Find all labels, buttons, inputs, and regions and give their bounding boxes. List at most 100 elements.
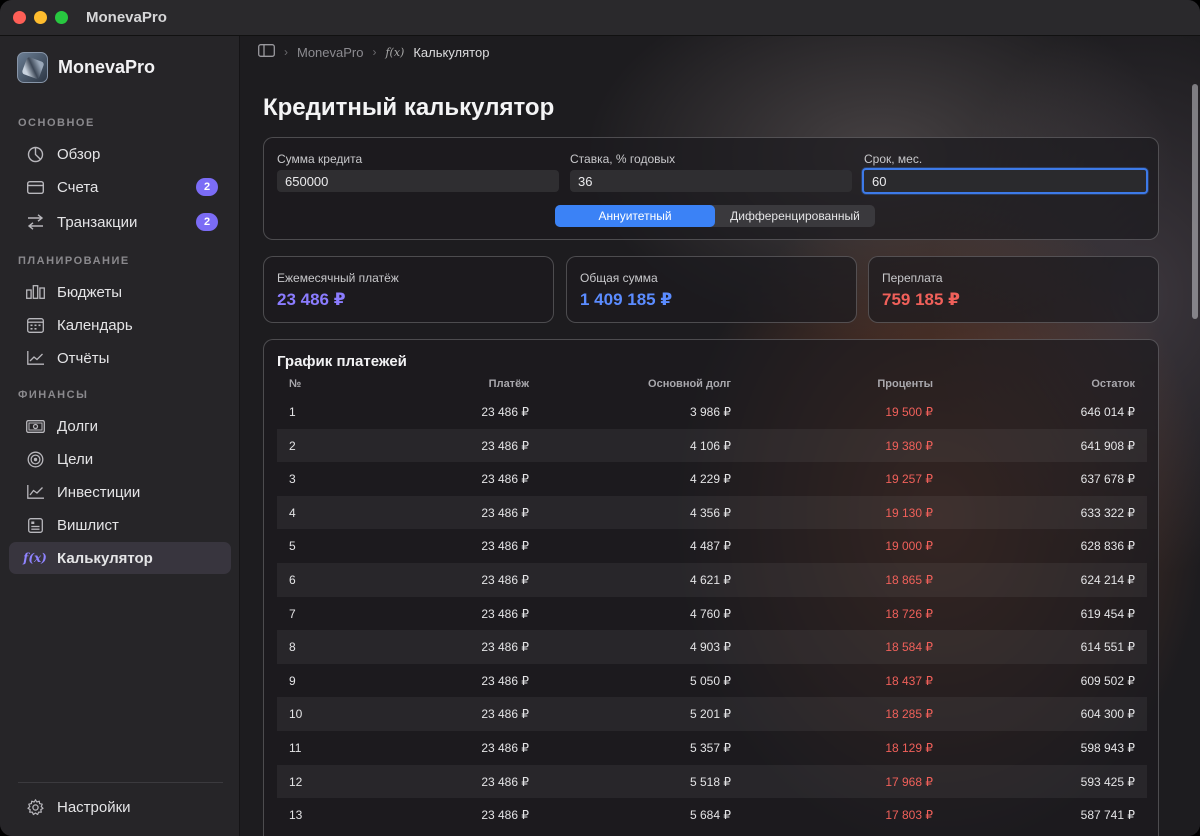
breadcrumb-current: Калькулятор: [413, 44, 490, 60]
count-badge: 2: [196, 178, 218, 196]
cell-payment: 23 486 ₽: [481, 438, 529, 453]
cell-balance: 624 214 ₽: [1080, 572, 1135, 587]
cell-number: 9: [289, 673, 296, 688]
rate-input[interactable]: 36: [570, 170, 852, 192]
cell-number: 6: [289, 572, 296, 587]
sidebar-item-overview[interactable]: Обзор: [9, 138, 231, 170]
table-row: 10 23 486 ₽ 5 201 ₽ 18 285 ₽ 604 300 ₽: [277, 697, 1147, 731]
app-window: MonevaPro MonevaPro ОСНОВНОЕ Обзор Счета…: [0, 0, 1200, 836]
cell-interest: 18 129 ₽: [885, 740, 933, 755]
column-header-principal: Основной долг: [648, 378, 731, 390]
target-icon: [25, 449, 45, 469]
table-row: 11 23 486 ₽ 5 357 ₽ 18 129 ₽ 598 943 ₽: [277, 731, 1147, 765]
close-window-button[interactable]: [13, 11, 26, 24]
cell-balance: 641 908 ₽: [1080, 438, 1135, 453]
sidebar-item-label: Обзор: [57, 145, 101, 163]
sidebar-item-reports[interactable]: Отчёты: [9, 342, 231, 374]
sidebar-item-accounts[interactable]: Счета 2: [9, 171, 231, 203]
column-header-payment: Платёж: [488, 378, 529, 390]
table-row: 7 23 486 ₽ 4 760 ₽ 18 726 ₽ 619 454 ₽: [277, 597, 1147, 631]
cell-principal: 5 050 ₽: [690, 673, 731, 688]
cell-number: 2: [289, 438, 296, 453]
segment-annuity[interactable]: Аннуитетный: [555, 205, 715, 227]
scrollbar-thumb[interactable]: [1192, 84, 1198, 319]
table-row: 2 23 486 ₽ 4 106 ₽ 19 380 ₽ 641 908 ₽: [277, 428, 1147, 463]
cell-principal: 5 357 ₽: [690, 740, 731, 755]
cell-interest: 19 000 ₽: [885, 539, 933, 554]
cell-balance: 609 502 ₽: [1080, 673, 1135, 688]
segment-differentiated[interactable]: Дифференцированный: [715, 205, 875, 227]
monthly-payment-value: 23 486 ₽: [277, 290, 346, 309]
sidebar-item-wishlist[interactable]: Вишлист: [9, 509, 231, 541]
section-label-main: ОСНОВНОЕ: [18, 117, 95, 129]
cell-interest: 19 257 ₽: [885, 472, 933, 487]
cell-principal: 5 684 ₽: [690, 808, 731, 823]
minimize-window-button[interactable]: [34, 11, 47, 24]
loan-input-card: Сумма кредита 650000 Ставка, % годовых 3…: [263, 137, 1159, 240]
sidebar-toggle-icon[interactable]: [258, 44, 275, 60]
chevron-right-icon: ›: [284, 45, 288, 59]
count-badge: 2: [196, 213, 218, 231]
term-input[interactable]: 60: [862, 168, 1148, 194]
brand-name: MonevaPro: [58, 57, 156, 77]
cell-interest: 19 130 ₽: [885, 505, 933, 520]
sidebar-item-calendar[interactable]: Календарь: [9, 309, 231, 341]
card-icon: [25, 177, 45, 197]
sidebar-item-label: Отчёты: [57, 349, 110, 367]
table-row: 3 23 486 ₽ 4 229 ₽ 19 257 ₽ 637 678 ₽: [277, 462, 1147, 496]
cell-payment: 23 486 ₽: [481, 539, 529, 554]
column-header-number: №: [289, 378, 302, 390]
amount-label: Сумма кредита: [277, 152, 363, 166]
cell-payment: 23 486 ₽: [481, 472, 529, 487]
sidebar-item-label: Вишлист: [57, 516, 119, 534]
cell-number: 10: [289, 707, 303, 722]
sidebar-item-goals[interactable]: Цели: [9, 443, 231, 475]
app-logo-icon: [17, 52, 48, 83]
bars-icon: [25, 282, 45, 302]
cell-balance: 619 454 ₽: [1080, 606, 1135, 621]
sidebar-item-transactions[interactable]: Транзакции 2: [9, 206, 231, 238]
cell-balance: 637 678 ₽: [1080, 472, 1135, 487]
cell-interest: 18 726 ₽: [885, 606, 933, 621]
cell-principal: 5 518 ₽: [690, 774, 731, 789]
cell-number: 4: [289, 505, 296, 520]
payment-type-segmented-control: Аннуитетный Дифференцированный: [555, 205, 875, 227]
total-amount-label: Общая сумма: [580, 271, 658, 285]
fx-icon: f(x): [23, 551, 47, 565]
cell-payment: 23 486 ₽: [481, 572, 529, 587]
cell-balance: 628 836 ₽: [1080, 539, 1135, 554]
cell-payment: 23 486 ₽: [481, 505, 529, 520]
cell-interest: 17 803 ₽: [885, 808, 933, 823]
pie-chart-icon: [25, 144, 45, 164]
sidebar-item-label: Калькулятор: [57, 549, 153, 567]
sidebar-item-budgets[interactable]: Бюджеты: [9, 276, 231, 308]
rate-label: Ставка, % годовых: [570, 152, 676, 166]
sidebar-item-debts[interactable]: Долги: [9, 410, 231, 442]
cell-principal: 3 986 ₽: [690, 405, 731, 419]
cell-principal: 4 903 ₽: [690, 640, 731, 655]
calendar-icon: [25, 315, 45, 335]
zoom-window-button[interactable]: [55, 11, 68, 24]
sidebar-item-label: Бюджеты: [57, 283, 123, 301]
page-title: Кредитный калькулятор: [263, 94, 555, 121]
cell-balance: 598 943 ₽: [1080, 740, 1135, 755]
cell-balance: 614 551 ₽: [1080, 640, 1135, 655]
table-row: 1 23 486 ₽ 3 986 ₽ 19 500 ₽ 646 014 ₽: [277, 395, 1147, 429]
schedule-title: График платежей: [277, 353, 407, 370]
sidebar-item-calculator[interactable]: f(x) Калькулятор: [9, 542, 231, 574]
amount-input[interactable]: 650000: [277, 170, 559, 192]
title-bar: MonevaPro: [0, 0, 1200, 36]
arrows-icon: [25, 212, 45, 232]
overpayment-label: Переплата: [882, 271, 943, 285]
sidebar-item-investments[interactable]: Инвестиции: [9, 476, 231, 508]
cell-number: 12: [289, 774, 303, 789]
table-row: 6 23 486 ₽ 4 621 ₽ 18 865 ₽ 624 214 ₽: [277, 562, 1147, 597]
table-header: № Платёж Основной долг Проценты Остаток: [277, 378, 1147, 392]
cell-interest: 18 584 ₽: [885, 640, 933, 655]
cell-payment: 23 486 ₽: [481, 808, 529, 823]
cell-number: 7: [289, 606, 296, 621]
cell-balance: 604 300 ₽: [1080, 707, 1135, 722]
cell-interest: 19 500 ₽: [885, 405, 933, 419]
breadcrumb-root[interactable]: MonevaPro: [297, 45, 363, 60]
sidebar-item-settings[interactable]: Настройки: [9, 791, 231, 823]
